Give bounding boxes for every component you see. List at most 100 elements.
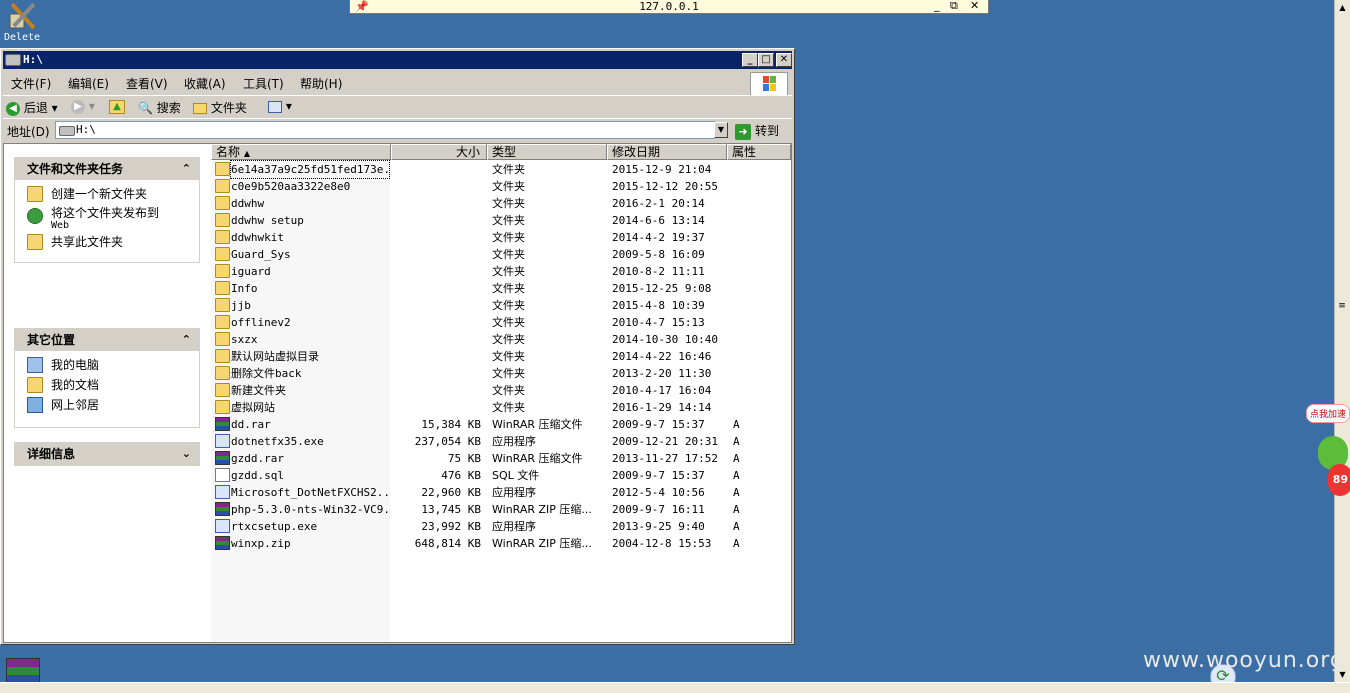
- file-row[interactable]: ddwhw setup 文件夹 2014-6-6 13:14: [211, 212, 791, 229]
- file-row[interactable]: 6e14a37a9c25fd51fed173e... 文件夹 2015-12-9 2…: [211, 160, 791, 179]
- column-header-date[interactable]: 修改日期: [607, 144, 727, 160]
- file-row[interactable]: Guard_Sys 文件夹 2009-5-8 16:09: [211, 246, 791, 263]
- file-attributes: A: [733, 469, 740, 482]
- up-folder-button[interactable]: ▲: [109, 99, 125, 114]
- file-modified-date: 2010-4-7 15:13: [612, 316, 705, 329]
- back-button[interactable]: ◀ 后退 ▾: [6, 99, 58, 116]
- task-share-folder[interactable]: 共享此文件夹: [15, 232, 199, 252]
- column-header-size[interactable]: 大小: [391, 144, 487, 160]
- file-row[interactable]: 删除文件back 文件夹 2013-2-20 11:30: [211, 365, 791, 382]
- file-row[interactable]: Microsoft_DotNetFXCHS2... 22,960 KB 应用程序 20…: [211, 484, 791, 501]
- drive-small-icon: [59, 126, 75, 136]
- new-folder-icon: [27, 186, 43, 202]
- file-type: 文件夹: [492, 384, 525, 397]
- file-size: 23,992 KB: [421, 520, 481, 533]
- menu-tools[interactable]: 工具(T): [243, 75, 284, 92]
- task-publish-web-line2[interactable]: Web: [15, 220, 199, 232]
- speed-badge[interactable]: 89: [1328, 464, 1350, 496]
- search-button[interactable]: 🔍 搜索: [138, 99, 181, 116]
- file-row[interactable]: c0e9b520aa3322e8e0 文件夹 2015-12-12 20:55: [211, 178, 791, 195]
- close-button[interactable]: ✕: [776, 53, 792, 67]
- file-row[interactable]: php-5.3.0-nts-Win32-VC9... 13,745 KB WinRA…: [211, 501, 791, 518]
- file-modified-date: 2009-9-7 15:37: [612, 469, 705, 482]
- place-my-documents[interactable]: 我的文档: [15, 375, 199, 395]
- go-button[interactable]: ➜ 转到: [735, 121, 789, 141]
- file-name: ddwhwkit: [231, 231, 284, 244]
- column-header-attributes[interactable]: 属性: [727, 144, 791, 160]
- scroll-grip-icon[interactable]: ≡: [1337, 302, 1347, 311]
- menu-view[interactable]: 查看(V): [126, 75, 168, 92]
- rdp-minimize-button[interactable]: _: [934, 0, 940, 12]
- file-row[interactable]: gzdd.rar 75 KB WinRAR 压缩文件 2013-11-27 17:52…: [211, 450, 791, 467]
- file-size: 13,745 KB: [421, 503, 481, 516]
- file-list: 名称 ▲ 大小 类型 修改日期 属性 6e14a37a9c25fd51fed17…: [211, 144, 791, 642]
- minimize-button[interactable]: _: [742, 53, 758, 67]
- file-row[interactable]: rtxcsetup.exe 23,992 KB 应用程序 2013-9-25 9:40…: [211, 518, 791, 535]
- other-places-header[interactable]: 其它位置 ⌃: [15, 329, 199, 351]
- file-modified-date: 2014-4-22 16:46: [612, 350, 712, 363]
- file-row[interactable]: iguard 文件夹 2010-8-2 11:11: [211, 263, 791, 280]
- views-button[interactable]: ▾: [268, 99, 292, 113]
- go-arrow-icon: ➜: [735, 123, 751, 140]
- outer-scrollbar[interactable]: ▲ ≡ ▼: [1334, 0, 1350, 682]
- file-row[interactable]: 虚拟网站 文件夹 2016-1-29 14:14: [211, 399, 791, 416]
- file-row[interactable]: offlinev2 文件夹 2010-4-7 15:13: [211, 314, 791, 331]
- address-label: 地址(D): [7, 125, 50, 139]
- bottom-bar: [0, 682, 1350, 693]
- file-name: 默认网站虚拟目录: [231, 350, 319, 363]
- file-row[interactable]: dotnetfx35.exe 237,054 KB 应用程序 2009-12-21 2…: [211, 433, 791, 450]
- file-row[interactable]: gzdd.sql 476 KB SQL 文件 2009-9-7 15:37 A: [211, 467, 791, 484]
- details-header[interactable]: 详细信息 ⌄: [15, 443, 199, 465]
- maximize-button[interactable]: □: [758, 53, 774, 67]
- file-type: 文件夹: [492, 214, 525, 227]
- forward-arrow-icon: ▶: [71, 99, 85, 114]
- address-dropdown-button[interactable]: ▼: [714, 122, 728, 138]
- file-type: WinRAR 压缩文件: [492, 418, 583, 431]
- collapse-icon[interactable]: ⌃: [182, 329, 191, 351]
- place-network[interactable]: 网上邻居: [15, 395, 199, 415]
- menu-file[interactable]: 文件(F): [11, 75, 51, 92]
- address-input[interactable]: H:\: [55, 121, 715, 139]
- file-name: iguard: [231, 265, 271, 278]
- back-arrow-icon: ◀: [6, 101, 20, 116]
- file-row[interactable]: sxzx 文件夹 2014-10-30 10:40: [211, 331, 791, 348]
- menu-edit[interactable]: 编辑(E): [68, 75, 109, 92]
- place-my-computer[interactable]: 我的电脑: [15, 355, 199, 375]
- rdp-restore-button[interactable]: ⧉: [950, 0, 958, 13]
- scroll-up-icon[interactable]: ▲: [1335, 0, 1350, 15]
- collapse-icon[interactable]: ⌃: [182, 158, 191, 180]
- folder-icon: [215, 264, 230, 278]
- file-row[interactable]: Info 文件夹 2015-12-25 9:08: [211, 280, 791, 297]
- accelerator-widget[interactable]: 点我加速 89: [1298, 400, 1350, 500]
- delete-desktop-icon[interactable]: Delete: [2, 0, 42, 43]
- folder-icon: [215, 315, 230, 329]
- file-type: 文件夹: [492, 180, 525, 193]
- folders-button[interactable]: 文件夹: [193, 99, 247, 116]
- file-row[interactable]: jjb 文件夹 2015-4-8 10:39: [211, 297, 791, 314]
- forward-button[interactable]: ▶ ▾: [71, 99, 95, 114]
- details-panel: 详细信息 ⌄: [14, 442, 200, 466]
- rdp-close-button[interactable]: ✕: [970, 0, 979, 12]
- file-row[interactable]: 默认网站虚拟目录 文件夹 2014-4-22 16:46: [211, 348, 791, 365]
- accelerate-tag[interactable]: 点我加速: [1306, 404, 1350, 423]
- menu-help[interactable]: 帮助(H): [300, 75, 342, 92]
- folder-icon: [215, 196, 230, 210]
- window-titlebar[interactable]: H:\ _ □ ✕: [3, 51, 792, 69]
- file-row[interactable]: winxp.zip 648,814 KB WinRAR ZIP 压缩... 2004-…: [211, 535, 791, 552]
- task-new-folder[interactable]: 创建一个新文件夹: [15, 184, 199, 204]
- file-row[interactable]: ddwhwkit 文件夹 2014-4-2 19:37: [211, 229, 791, 246]
- winrar-taskbar-icon[interactable]: [6, 658, 40, 684]
- menu-favorites[interactable]: 收藏(A): [184, 75, 226, 92]
- other-places-panel: 其它位置 ⌃ 我的电脑 我的文档 网上邻居: [14, 328, 200, 428]
- expand-icon[interactable]: ⌄: [182, 443, 191, 465]
- file-type: 文件夹: [492, 265, 525, 278]
- file-row[interactable]: 新建文件夹 文件夹 2010-4-17 16:04: [211, 382, 791, 399]
- file-row[interactable]: ddwhw 文件夹 2016-2-1 20:14: [211, 195, 791, 212]
- go-label: 转到: [755, 124, 780, 138]
- folder-icon: [215, 349, 230, 363]
- file-folder-tasks-header[interactable]: 文件和文件夹任务 ⌃: [15, 158, 199, 180]
- column-header-name[interactable]: 名称 ▲: [211, 144, 391, 160]
- task-publish-web[interactable]: 将这个文件夹发布到: [15, 206, 199, 224]
- file-row[interactable]: dd.rar 15,384 KB WinRAR 压缩文件 2009-9-7 15:37…: [211, 416, 791, 433]
- column-header-type[interactable]: 类型: [487, 144, 607, 160]
